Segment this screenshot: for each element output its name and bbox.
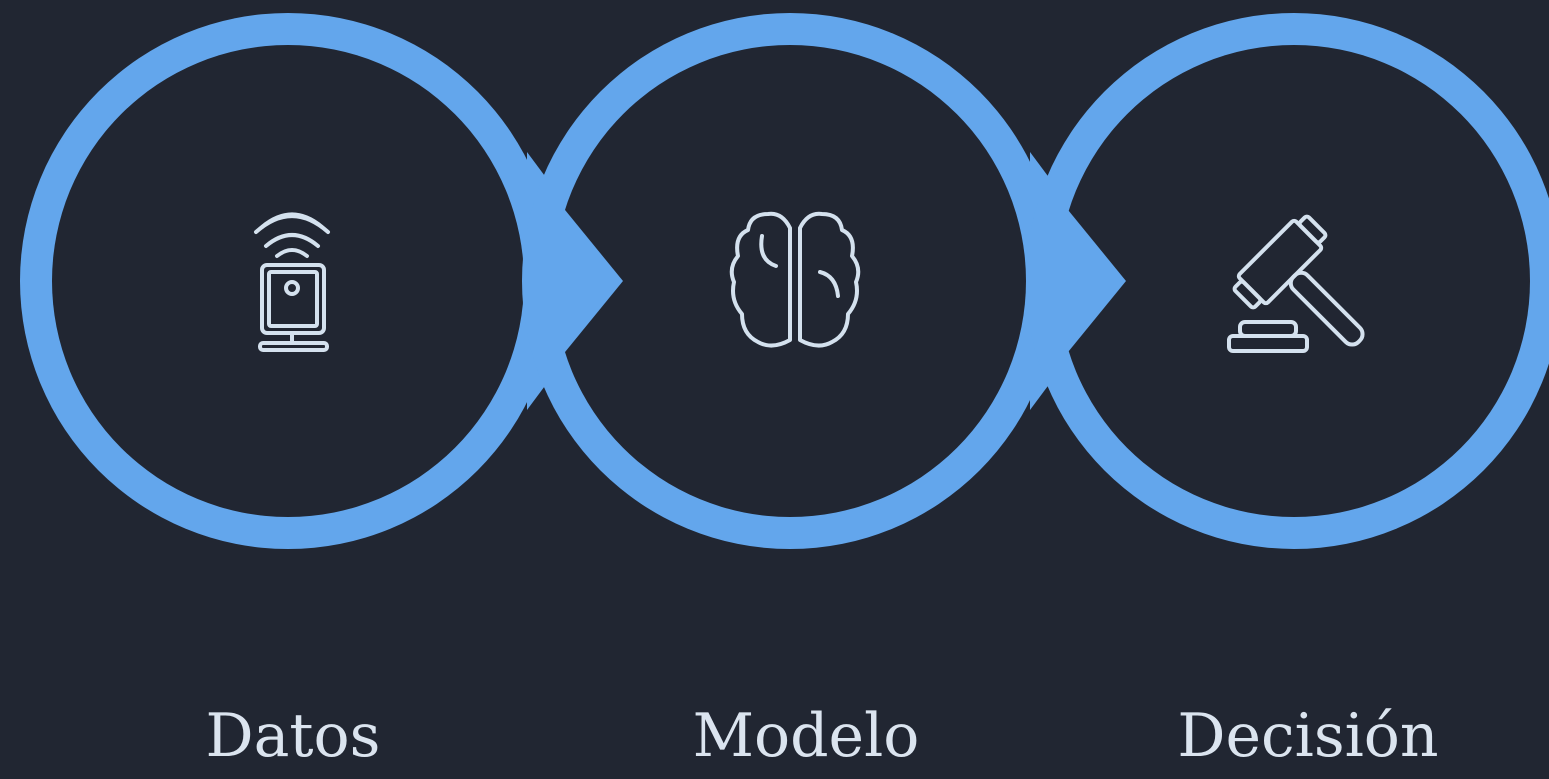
step-label-datos: Datos (205, 701, 381, 771)
step-label-decision: Decisión (1177, 701, 1439, 771)
step-ring-datos (20, 13, 556, 549)
process-diagram: Datos Modelo Decisión (0, 0, 1549, 779)
diagram-graphic (20, 13, 1549, 549)
step-label-modelo: Modelo (692, 701, 920, 771)
